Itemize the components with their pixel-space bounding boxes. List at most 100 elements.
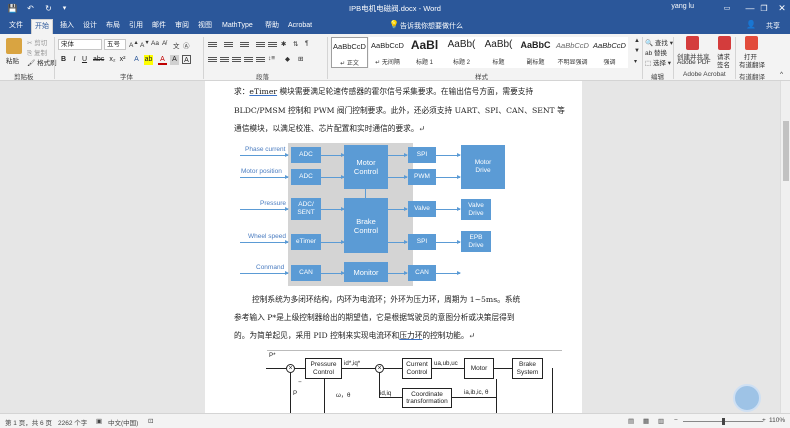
highlight-color-icon[interactable]: ab (144, 55, 153, 65)
cut-button[interactable]: ✂ 剪切 (27, 37, 47, 47)
figure-control-loop[interactable]: P* × − Pressure Control id*,iq* × Curren… (262, 348, 562, 413)
clear-formatting-icon[interactable]: A̸ (162, 40, 166, 47)
zoom-level[interactable]: 110% (769, 417, 785, 424)
style-subtle-emphasis[interactable]: AaBbCcD 不明显强调 (554, 37, 591, 68)
style-subtitle[interactable]: AaBbC 副标题 (517, 37, 554, 68)
user-name[interactable]: yang lu (671, 3, 694, 10)
paste-button[interactable]: 粘贴 (6, 55, 19, 65)
styles-more-icon[interactable]: ▾ (634, 58, 637, 65)
borders-icon[interactable]: ⊞ (298, 55, 303, 63)
phonetic-guide-icon[interactable]: 文 (173, 40, 180, 50)
tab-mathtype[interactable]: MathType (219, 19, 256, 34)
strikethrough-button[interactable]: abc (93, 55, 104, 65)
italic-button[interactable]: I (70, 55, 79, 65)
tab-insert[interactable]: 插入 (57, 19, 77, 34)
request-signature-icon[interactable] (718, 36, 731, 50)
numbering-icon[interactable] (224, 41, 233, 50)
page-count[interactable]: 第 1 页，共 6 页 (5, 417, 52, 427)
align-right-icon[interactable] (232, 56, 241, 65)
arrow (240, 271, 289, 275)
tab-file[interactable]: 文件 (6, 19, 26, 34)
decrease-indent-icon[interactable] (256, 41, 265, 50)
font-name-combo[interactable]: 宋体 (58, 39, 102, 50)
format-painter-button[interactable]: 🖌 格式刷 (27, 57, 57, 67)
figure-block-diagram[interactable]: Phase current Motor position Pressure Wh… (238, 138, 516, 286)
paragraph-1-line-3[interactable]: 通信模块，以满足校准、芯片配置和实时通信的要求。↵ (234, 123, 425, 134)
tab-review[interactable]: 审阅 (172, 19, 192, 34)
multilevel-list-icon[interactable] (240, 41, 249, 50)
tab-help[interactable]: 帮助 (262, 19, 282, 34)
youdao-translate-icon[interactable] (745, 36, 758, 50)
paragraph-1-line-2[interactable]: BLDC/PMSM 控制和 PWM 阀门控制要求。此外，还必须支持 UART、S… (234, 105, 565, 116)
tab-references[interactable]: 引用 (126, 19, 146, 34)
zoom-in-button[interactable]: + (762, 417, 766, 424)
tab-design[interactable]: 设计 (80, 19, 100, 34)
style-normal[interactable]: AaBbCcD ↵ 正文 (331, 37, 368, 68)
paragraph-1-line-1[interactable]: 求：eTimer 模块需要满足轮速传感器的霍尔信号采集要求。在输出信号方面，需要… (234, 86, 533, 97)
share-button[interactable]: 共享 (766, 21, 780, 31)
create-pdf-icon[interactable] (686, 36, 699, 50)
style-heading-1[interactable]: AaBl 标题 1 (406, 37, 443, 68)
zoom-out-button[interactable]: − (674, 417, 678, 424)
zoom-slider-thumb[interactable] (722, 418, 725, 425)
ribbon-display-options-icon[interactable]: ▭ (715, 0, 739, 17)
sort-icon[interactable]: ⇅ (293, 40, 298, 48)
line-spacing-icon[interactable]: ↕≡ (268, 55, 275, 62)
subscript-button[interactable]: x₂ (108, 55, 117, 65)
find-button[interactable]: 🔍 查找 ▾ (645, 37, 673, 47)
font-size-combo[interactable]: 五号 (104, 39, 126, 50)
tab-home[interactable]: 开始 (31, 19, 53, 34)
chinese-layout-icon[interactable]: ✱ (281, 40, 286, 48)
print-layout-icon[interactable]: ▦ (643, 417, 649, 425)
word-count[interactable]: 2262 个字 (58, 417, 87, 427)
style-no-spacing[interactable]: AaBbCcD ↵ 无间隔 (369, 37, 406, 68)
show-marks-icon[interactable]: ¶ (305, 40, 309, 47)
proofing-icon[interactable]: ▣ (96, 417, 102, 425)
select-button[interactable]: ⬚ 选择 ▾ (645, 57, 671, 67)
paragraph-2-line-2[interactable]: 参考输入 P*是上级控制器给出的期望值，它是根据驾驶员的意图分析或决策层得到 (234, 312, 515, 323)
arrow (321, 153, 345, 157)
style-emphasis[interactable]: AaBbCcD 强调 (591, 37, 628, 68)
character-border-icon[interactable]: A (182, 55, 191, 64)
collapse-ribbon-icon[interactable]: ^ (780, 71, 783, 78)
font-color-icon[interactable]: A (158, 55, 167, 65)
align-left-icon[interactable] (208, 56, 217, 65)
bullets-icon[interactable] (208, 41, 217, 50)
scrollbar-thumb[interactable] (783, 121, 789, 181)
paragraph-2-line-3[interactable]: 的。为简单起见，采用 PID 控制来实现电流环和压力环的控制功能。↵ (234, 330, 475, 341)
tab-layout[interactable]: 布局 (103, 19, 123, 34)
web-layout-icon[interactable]: ▥ (658, 417, 664, 425)
superscript-button[interactable]: x² (118, 55, 127, 65)
enclose-characters-icon[interactable]: Ⓐ (183, 40, 190, 50)
read-mode-icon[interactable]: ▤ (628, 417, 634, 425)
close-button[interactable]: ✕ (770, 0, 790, 17)
replace-button[interactable]: ab 替换 (645, 47, 667, 57)
change-case-icon[interactable]: Aa (151, 40, 159, 47)
vertical-scrollbar[interactable] (780, 81, 790, 413)
macro-record-icon[interactable]: ⊡ (148, 417, 153, 425)
underline-button[interactable]: U (80, 55, 89, 65)
grow-font-icon[interactable]: A▲ (129, 40, 139, 49)
shading-icon[interactable]: ◆ (285, 55, 290, 63)
paragraph-2-line-1[interactable]: 控制系统为多闭环结构，内环为电流环；外环为压力环，周期为 1~5ms。系统 (252, 294, 520, 305)
tab-mailings[interactable]: 邮件 (149, 19, 169, 34)
tab-view[interactable]: 视图 (195, 19, 215, 34)
styles-scroll-up-icon[interactable]: ▲ (634, 38, 640, 44)
group-divider (327, 37, 328, 79)
style-heading-2[interactable]: AaBb( 标题 2 (443, 37, 480, 68)
language-indicator[interactable]: 中文(中国) (108, 417, 138, 427)
align-center-icon[interactable] (220, 56, 229, 65)
floating-assistant-button[interactable] (733, 384, 761, 412)
justify-icon[interactable] (244, 56, 253, 65)
paste-icon[interactable] (6, 38, 22, 54)
tell-me-search[interactable]: 告诉我你想要做什么 (400, 21, 463, 31)
styles-scroll-down-icon[interactable]: ▼ (634, 48, 640, 54)
character-shading-icon[interactable]: A (170, 55, 179, 65)
text-effects-icon[interactable]: A (132, 55, 141, 65)
tab-acrobat[interactable]: Acrobat (285, 19, 315, 34)
increase-indent-icon[interactable] (268, 41, 277, 50)
bold-button[interactable]: B (59, 55, 68, 65)
style-title[interactable]: AaBb( 标题 (480, 37, 517, 68)
shrink-font-icon[interactable]: A▼ (140, 40, 150, 49)
distributed-icon[interactable] (256, 56, 265, 65)
